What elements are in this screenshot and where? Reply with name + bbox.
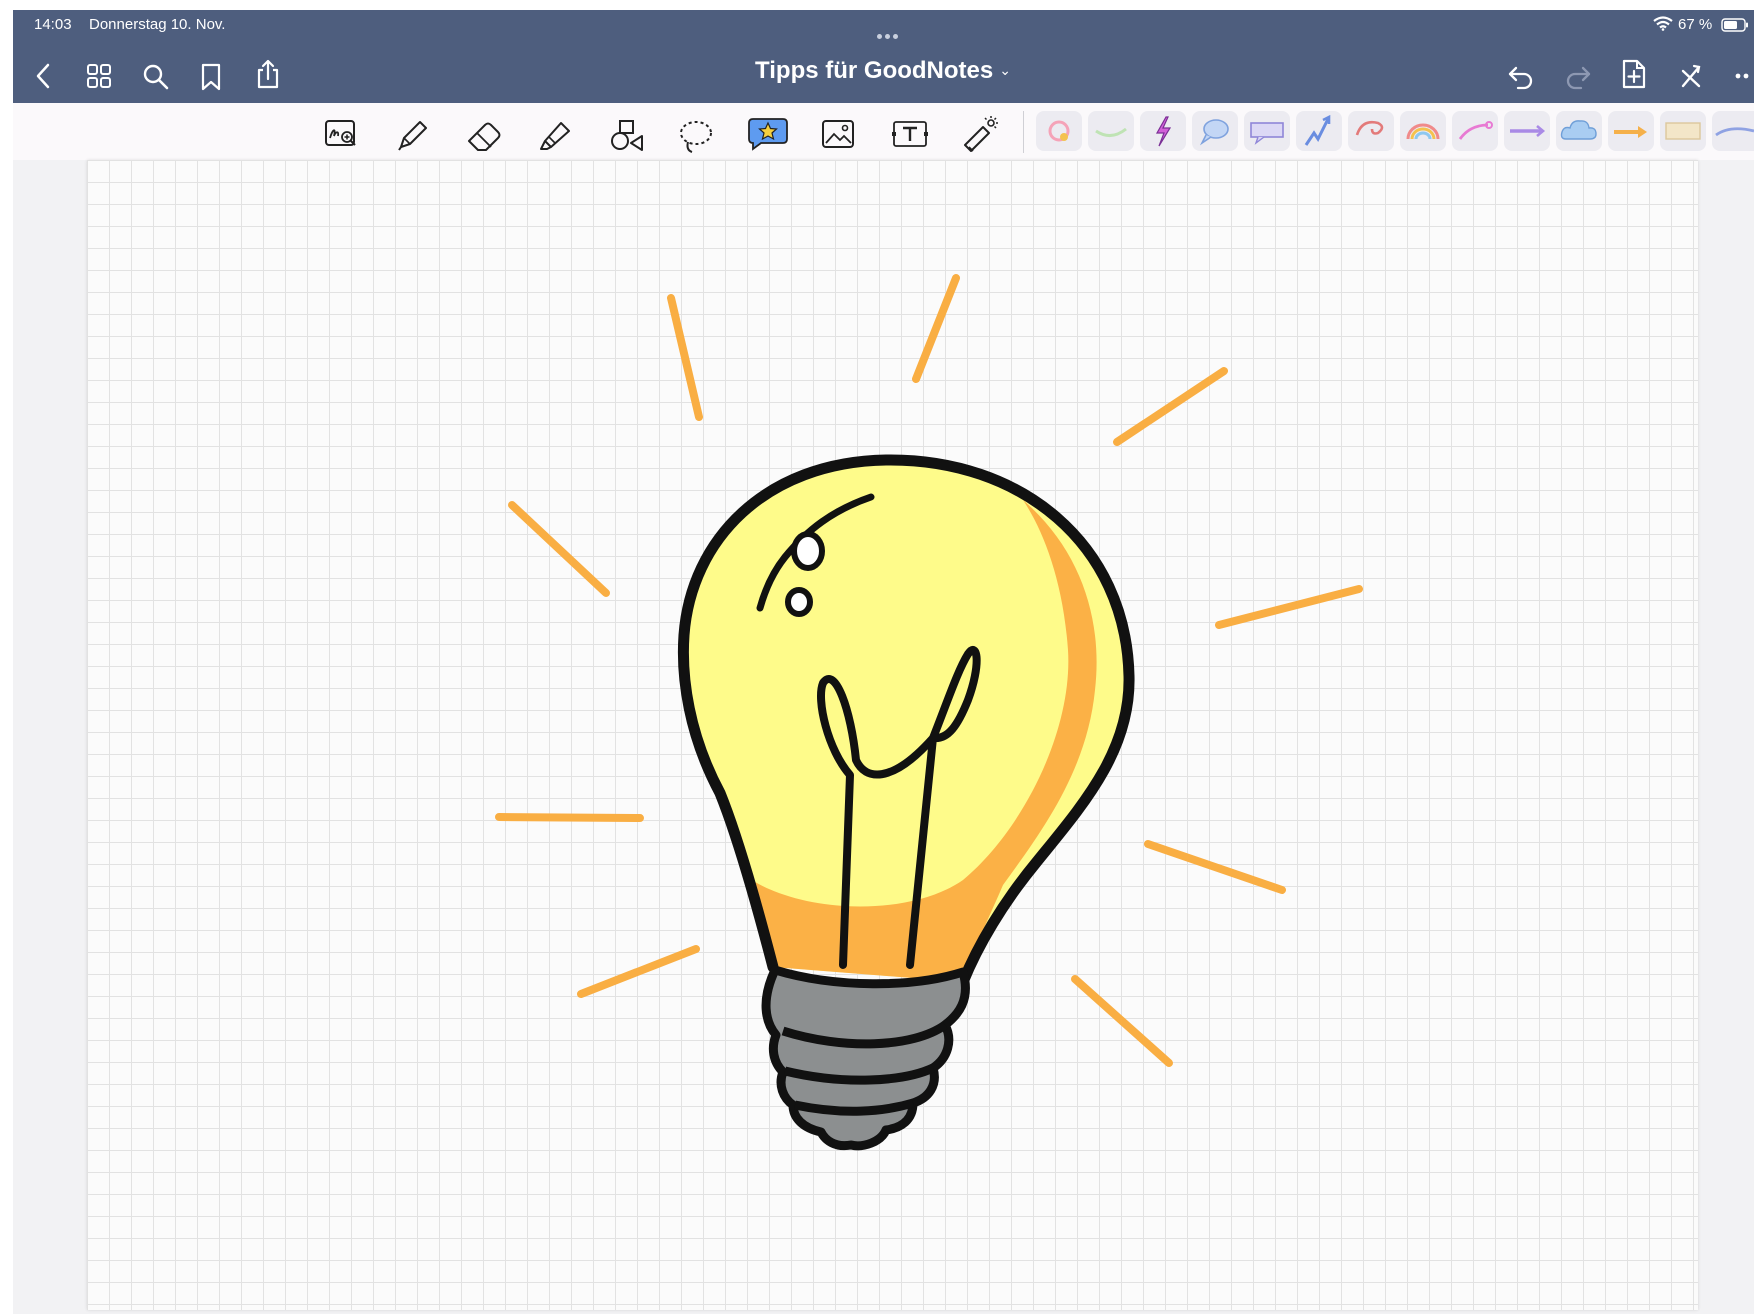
pen-icon[interactable] <box>395 119 429 153</box>
flower-sticker-icon <box>1048 120 1070 142</box>
bookmark-icon[interactable] <box>199 62 223 92</box>
element-sticker-8[interactable] <box>1400 111 1446 151</box>
wifi-icon <box>1653 16 1673 31</box>
shapes-icon[interactable] <box>607 119 645 153</box>
image-icon[interactable] <box>821 119 855 149</box>
element-sticker-11[interactable] <box>1556 111 1602 151</box>
swirl-sticker-icon <box>1355 120 1384 136</box>
orange-arrow-sticker-icon <box>1614 126 1647 138</box>
element-sticker-5[interactable] <box>1244 111 1290 151</box>
element-sticker-10[interactable] <box>1504 111 1550 151</box>
search-icon[interactable] <box>142 62 170 90</box>
elements-sticker-icon[interactable] <box>747 115 789 151</box>
banner-sticker-icon <box>1250 122 1284 145</box>
element-sticker-4[interactable] <box>1192 111 1238 151</box>
element-sticker-6[interactable] <box>1296 111 1342 151</box>
ray <box>1215 585 1363 629</box>
multitasking-dots-icon[interactable] <box>877 26 907 39</box>
rainbow-sticker-icon <box>1406 123 1440 140</box>
straight-arrow-sticker-icon <box>1510 125 1546 137</box>
drawing-toolbar <box>13 103 1754 161</box>
back-chevron-icon[interactable] <box>33 62 55 90</box>
ray <box>1144 840 1286 894</box>
toolbar-divider <box>1023 111 1024 153</box>
ray <box>667 294 703 421</box>
element-sticker-2[interactable] <box>1088 111 1134 151</box>
more-icon[interactable] <box>1734 62 1754 90</box>
chevron-down-icon: ⌄ <box>999 62 1011 78</box>
element-sticker-9[interactable] <box>1452 111 1498 151</box>
ray <box>1071 975 1173 1067</box>
battery-icon <box>1721 18 1748 32</box>
lasso-icon[interactable] <box>677 119 715 155</box>
element-sticker-13[interactable] <box>1660 111 1706 151</box>
lightbulb-drawing <box>495 274 1363 1151</box>
element-sticker-7[interactable] <box>1348 111 1394 151</box>
ray <box>1113 367 1228 446</box>
leaf-stroke-sticker-icon <box>1095 127 1127 137</box>
element-sticker-14[interactable] <box>1712 111 1754 151</box>
document-title: Tipps für GoodNotes <box>755 57 994 84</box>
ray <box>912 274 960 383</box>
bulb-glass <box>677 454 1135 988</box>
wave-sticker-icon <box>1715 127 1754 137</box>
top-bar: 14:03 Donnerstag 10. Nov. 67 % Tipps für… <box>13 10 1754 103</box>
share-icon[interactable] <box>255 58 281 90</box>
highlighter-icon[interactable] <box>535 119 573 153</box>
element-sticker-3[interactable] <box>1140 111 1186 151</box>
grid-view-icon[interactable] <box>86 62 112 90</box>
ray <box>508 501 610 597</box>
arrow-up-sticker-icon <box>1304 114 1331 146</box>
redo-icon[interactable] <box>1563 62 1593 90</box>
cloud-sticker-icon <box>1560 120 1597 140</box>
ray <box>577 945 700 998</box>
paper-note-sticker-icon <box>1665 122 1701 140</box>
lightning-sticker-icon <box>1155 116 1172 147</box>
zoom-window-icon[interactable] <box>324 119 358 149</box>
add-page-icon[interactable] <box>1620 58 1648 90</box>
undo-icon[interactable] <box>1506 62 1536 90</box>
ipad-screen: 14:03 Donnerstag 10. Nov. 67 % Tipps für… <box>13 10 1754 1314</box>
status-date: Donnerstag 10. Nov. <box>89 16 226 33</box>
eraser-icon[interactable] <box>465 119 503 153</box>
document-title-button[interactable]: Tipps für GoodNotes ⌄ <box>613 57 1153 85</box>
curved-arrow-sticker-icon <box>1458 121 1493 140</box>
bulb-base <box>761 965 970 1151</box>
status-time: 14:03 <box>34 16 72 33</box>
element-sticker-1[interactable] <box>1036 111 1082 151</box>
element-sticker-12[interactable] <box>1608 111 1654 151</box>
close-icon[interactable] <box>1678 62 1704 90</box>
laser-pointer-icon[interactable] <box>961 115 1001 153</box>
speech-bubble-sticker-icon <box>1199 119 1229 146</box>
battery-percentage: 67 % <box>1678 16 1713 33</box>
notebook-page[interactable] <box>87 160 1698 1310</box>
text-box-icon[interactable] <box>891 119 929 149</box>
ray <box>495 813 644 822</box>
